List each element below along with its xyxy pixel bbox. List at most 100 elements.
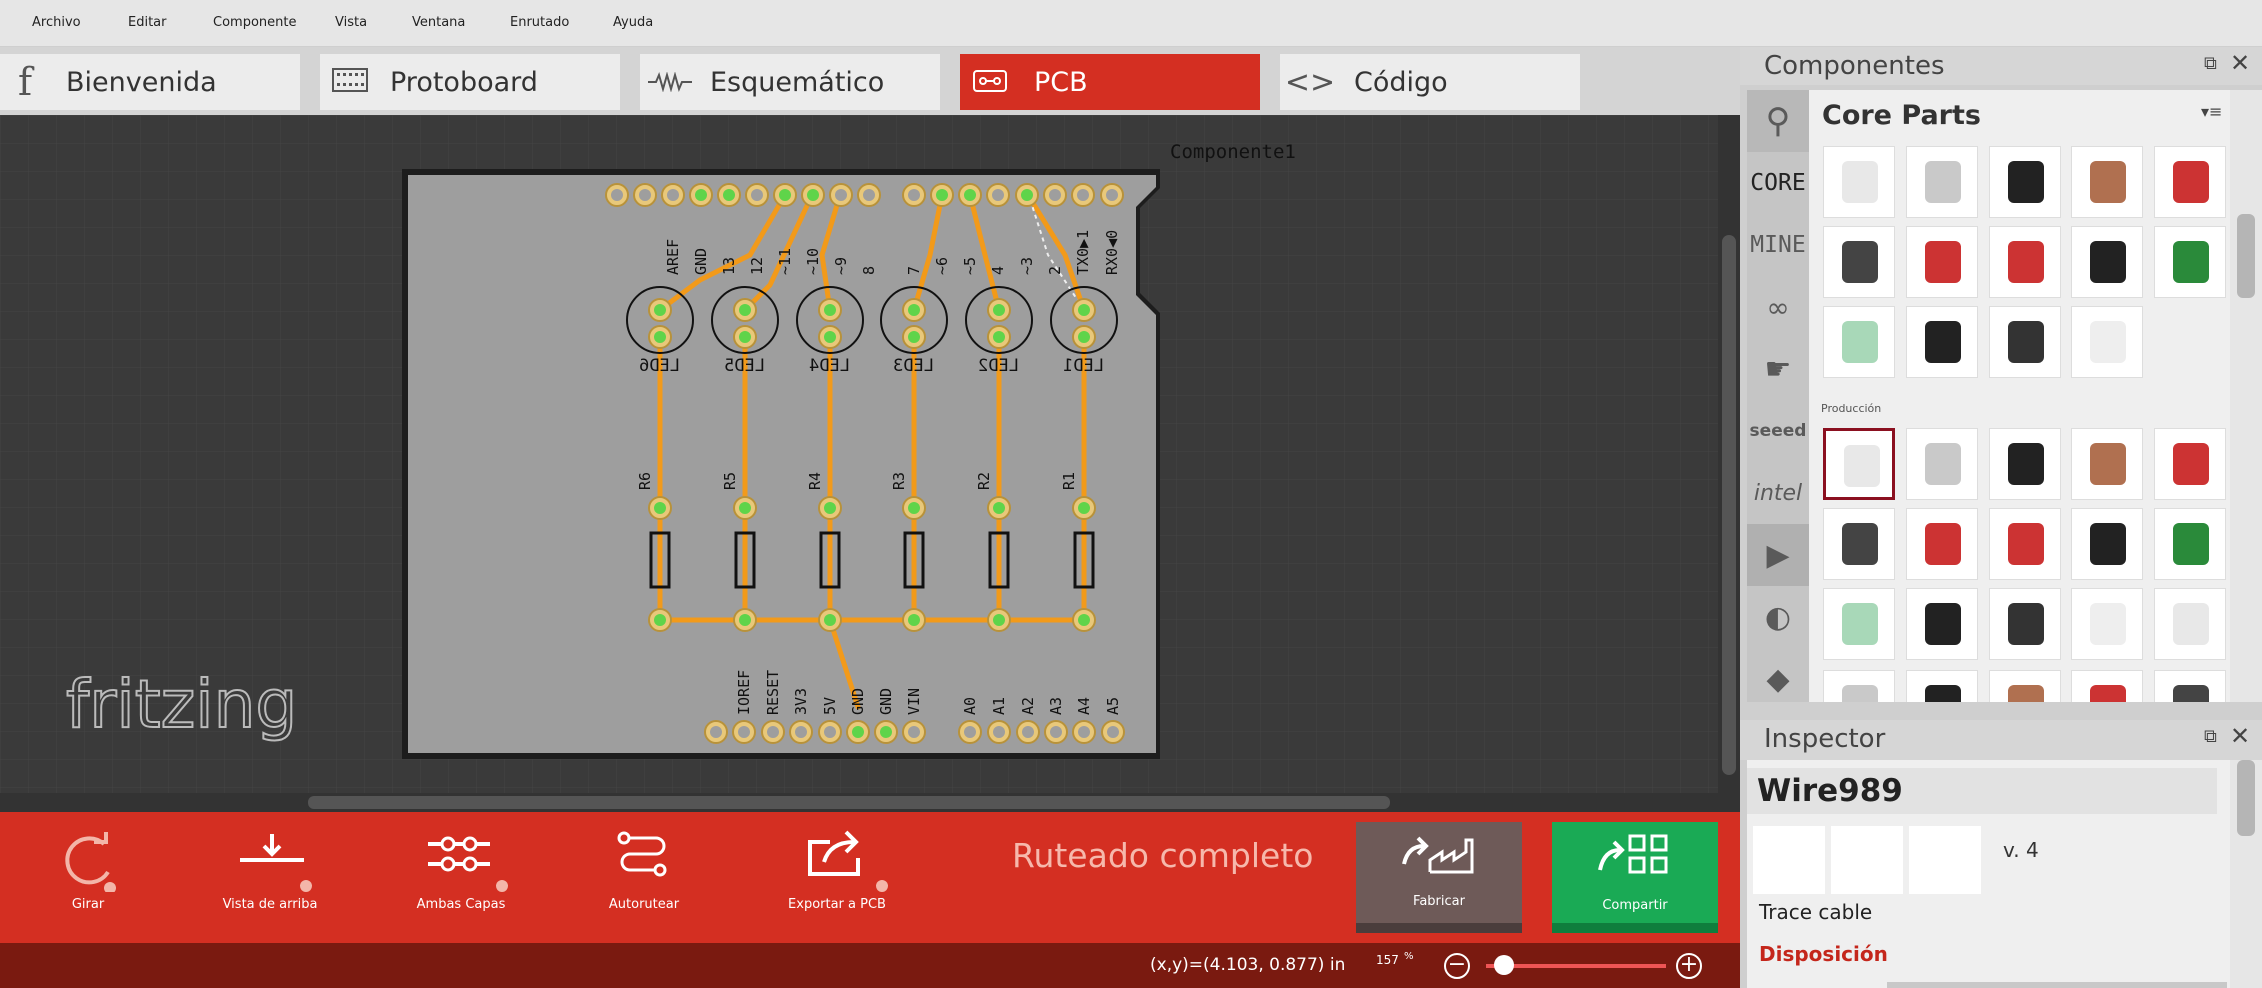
part-tile[interactable] bbox=[2154, 226, 2226, 298]
bin-intel[interactable]: intel bbox=[1747, 462, 1809, 524]
part-tile[interactable] bbox=[2071, 306, 2143, 378]
part-tile[interactable] bbox=[1906, 670, 1978, 702]
part-tile[interactable] bbox=[1906, 588, 1978, 660]
resistor-pad[interactable] bbox=[987, 608, 1011, 632]
rotate-button[interactable]: Girar bbox=[40, 812, 136, 943]
menu-editar[interactable]: Editar bbox=[128, 15, 167, 30]
part-tile[interactable] bbox=[1823, 428, 1895, 500]
part-tile[interactable] bbox=[1823, 508, 1895, 580]
part-tile[interactable] bbox=[1906, 226, 1978, 298]
menu-componente[interactable]: Componente bbox=[213, 15, 296, 30]
part-tile[interactable] bbox=[2154, 508, 2226, 580]
led-pad[interactable] bbox=[648, 325, 672, 349]
header-pin[interactable] bbox=[1016, 720, 1040, 744]
part-tile[interactable] bbox=[1989, 670, 2061, 702]
header-pin[interactable] bbox=[986, 183, 1010, 207]
part-tile[interactable] bbox=[1989, 226, 2061, 298]
header-pin[interactable] bbox=[1015, 183, 1039, 207]
part-tile[interactable] bbox=[2071, 588, 2143, 660]
header-pin[interactable] bbox=[1043, 183, 1067, 207]
header-pin[interactable] bbox=[605, 183, 629, 207]
horizontal-scrollbar[interactable] bbox=[0, 793, 1740, 812]
part-tile[interactable] bbox=[1989, 306, 2061, 378]
fritzing-icon[interactable]: ☛ bbox=[1747, 338, 1809, 400]
header-pin[interactable] bbox=[1044, 720, 1068, 744]
led-pad[interactable] bbox=[648, 298, 672, 322]
parts-scroll-thumb[interactable] bbox=[2237, 214, 2255, 298]
float-icon[interactable]: ⧉ bbox=[2204, 726, 2217, 747]
bin-mine[interactable]: MINE bbox=[1747, 214, 1809, 276]
close-icon[interactable]: ✕ bbox=[2230, 722, 2250, 750]
part-tile[interactable] bbox=[2154, 146, 2226, 218]
resistor-pad[interactable] bbox=[902, 496, 926, 520]
resistor-pad[interactable] bbox=[818, 496, 842, 520]
header-pin[interactable] bbox=[987, 720, 1011, 744]
pcb-canvas[interactable]: AREF GND 13 12 ~11 ~10 ~9 8 7 ~6 ~5 4 ~3 2 TX0▶1 RX0◀0 I… bbox=[0, 115, 1718, 793]
part-tile[interactable] bbox=[1989, 588, 2061, 660]
part-tile[interactable] bbox=[1823, 226, 1895, 298]
part-tile[interactable] bbox=[1989, 508, 2061, 580]
led-pad[interactable] bbox=[818, 325, 842, 349]
header-pin[interactable] bbox=[829, 183, 853, 207]
header-pin[interactable] bbox=[857, 183, 881, 207]
part-tile[interactable] bbox=[1906, 306, 1978, 378]
part-tile[interactable] bbox=[2071, 146, 2143, 218]
vertical-scrollbar[interactable] bbox=[1718, 115, 1740, 793]
part-tile[interactable] bbox=[2154, 588, 2226, 660]
header-pin[interactable] bbox=[1072, 720, 1096, 744]
float-icon[interactable]: ⧉ bbox=[2204, 53, 2217, 74]
bin-seeed[interactable]: seeed bbox=[1747, 400, 1809, 462]
part-tile[interactable] bbox=[1823, 146, 1895, 218]
resistor-pad[interactable] bbox=[987, 496, 1011, 520]
zoom-in-button[interactable]: + bbox=[1676, 953, 1702, 979]
tab-protoboard[interactable]: Protoboard bbox=[320, 54, 620, 110]
part-tile[interactable] bbox=[2154, 428, 2226, 500]
export-button[interactable]: Exportar a PCB bbox=[784, 812, 890, 943]
close-icon[interactable]: ✕ bbox=[2230, 49, 2250, 77]
led-pad[interactable] bbox=[987, 325, 1011, 349]
zoom-slider-thumb[interactable] bbox=[1494, 955, 1514, 975]
part-tile[interactable] bbox=[1906, 146, 1978, 218]
resistor-pad[interactable] bbox=[818, 608, 842, 632]
part-tile[interactable] bbox=[1906, 508, 1978, 580]
header-pin[interactable] bbox=[717, 183, 741, 207]
led-pad[interactable] bbox=[733, 325, 757, 349]
inspector-scrollbar[interactable] bbox=[2230, 760, 2262, 988]
header-pin[interactable] bbox=[633, 183, 657, 207]
view-top-button[interactable]: Vista de arriba bbox=[210, 812, 330, 943]
header-pin[interactable] bbox=[801, 183, 825, 207]
header-pin[interactable] bbox=[773, 183, 797, 207]
header-pin[interactable] bbox=[789, 720, 813, 744]
resistor-pad[interactable] bbox=[733, 496, 757, 520]
led-pad[interactable] bbox=[1072, 298, 1096, 322]
resistor-pad[interactable] bbox=[648, 496, 672, 520]
part-tile[interactable] bbox=[1823, 306, 1895, 378]
play-icon[interactable]: ▶ bbox=[1747, 524, 1809, 586]
inspector-scroll-thumb[interactable] bbox=[2237, 760, 2255, 836]
snap-icon[interactable]: ◐ bbox=[1747, 586, 1809, 648]
inspector-name[interactable]: Wire989 bbox=[1747, 768, 2217, 814]
resistor-pad[interactable] bbox=[1072, 496, 1096, 520]
part-tile[interactable] bbox=[1989, 428, 2061, 500]
header-pin[interactable] bbox=[818, 720, 842, 744]
parts-scrollbar[interactable] bbox=[2230, 90, 2262, 702]
header-pin[interactable] bbox=[689, 183, 713, 207]
header-pin[interactable] bbox=[1101, 720, 1125, 744]
horizontal-scroll-thumb[interactable] bbox=[308, 796, 1390, 809]
arduino-icon[interactable]: ∞ bbox=[1747, 276, 1809, 338]
autoroute-button[interactable]: Autorutear bbox=[600, 812, 688, 943]
resistor-pad[interactable] bbox=[733, 608, 757, 632]
bin-menu-icon[interactable]: ▾≡ bbox=[2201, 102, 2222, 121]
search-icon[interactable]: ⚲ bbox=[1747, 90, 1809, 152]
fabricate-button[interactable]: Fabricar bbox=[1356, 822, 1522, 933]
header-pin[interactable] bbox=[958, 183, 982, 207]
header-pin[interactable] bbox=[902, 720, 926, 744]
part-tile[interactable] bbox=[1823, 588, 1895, 660]
header-pin[interactable] bbox=[661, 183, 685, 207]
header-pin[interactable] bbox=[1100, 183, 1124, 207]
bin-core[interactable]: CORE bbox=[1747, 152, 1809, 214]
header-pin[interactable] bbox=[704, 720, 728, 744]
zoom-out-button[interactable]: − bbox=[1444, 953, 1470, 979]
led-pad[interactable] bbox=[818, 298, 842, 322]
tab-esquematico[interactable]: Esquemático bbox=[640, 54, 940, 110]
